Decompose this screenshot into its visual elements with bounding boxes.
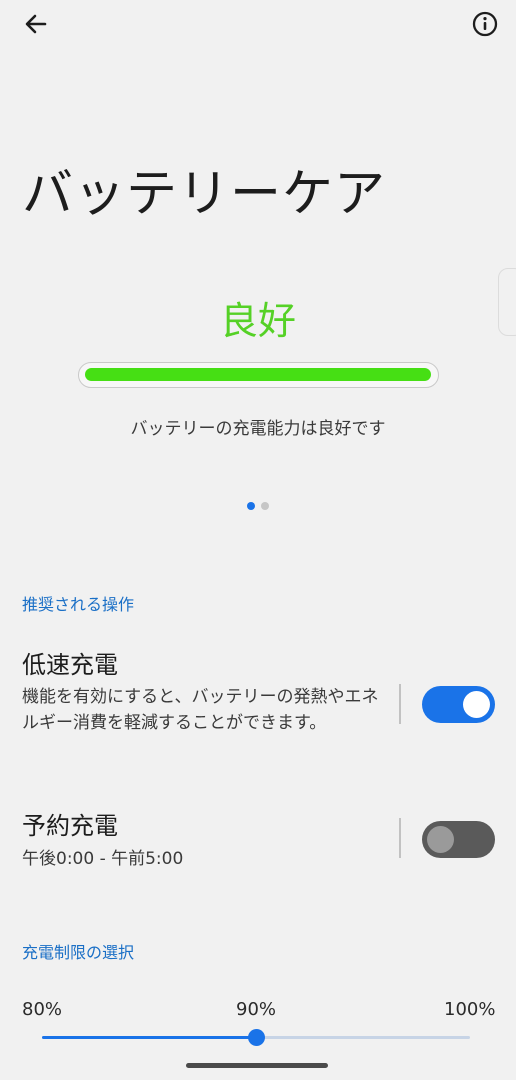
divider: [399, 684, 401, 724]
slider-active-track: [42, 1036, 256, 1039]
info-icon[interactable]: [470, 9, 500, 39]
divider: [399, 818, 401, 858]
slider-label-max: 100%: [444, 999, 496, 1020]
section-header-recommended: 推奨される操作: [22, 595, 135, 614]
gesture-nav-handle[interactable]: [186, 1063, 328, 1068]
battery-health-bar: [78, 362, 439, 388]
charge-limit-slider[interactable]: [42, 1029, 470, 1046]
battery-status-text: 良好: [219, 299, 296, 343]
back-arrow-icon[interactable]: [20, 8, 52, 40]
slow-charging-title[interactable]: 低速充電: [22, 649, 118, 681]
pager-dot-active: [247, 502, 255, 510]
battery-health-fill: [85, 368, 431, 381]
pager-dot-inactive: [261, 502, 269, 510]
scheduled-charging-time: 午後0:00 - 午前5:00: [22, 849, 184, 869]
slider-label-min: 80%: [22, 999, 63, 1020]
toggle-knob: [463, 691, 490, 718]
slider-thumb[interactable]: [248, 1029, 265, 1046]
battery-status-description: バッテリーの充電能力は良好です: [130, 419, 386, 439]
slider-label-mid: 90%: [236, 999, 277, 1020]
section-header-charge-limit: 充電制限の選択: [22, 943, 135, 962]
slow-charging-toggle[interactable]: [422, 686, 495, 723]
scheduled-charging-toggle[interactable]: [422, 821, 495, 858]
slow-charging-description: 機能を有効にすると、バッテリーの発熱やエネルギー消費を軽減することができます。: [22, 687, 379, 733]
page-title: バッテリーケア: [22, 165, 387, 224]
toggle-knob: [427, 826, 454, 853]
scheduled-charging-title[interactable]: 予約充電: [22, 810, 118, 842]
